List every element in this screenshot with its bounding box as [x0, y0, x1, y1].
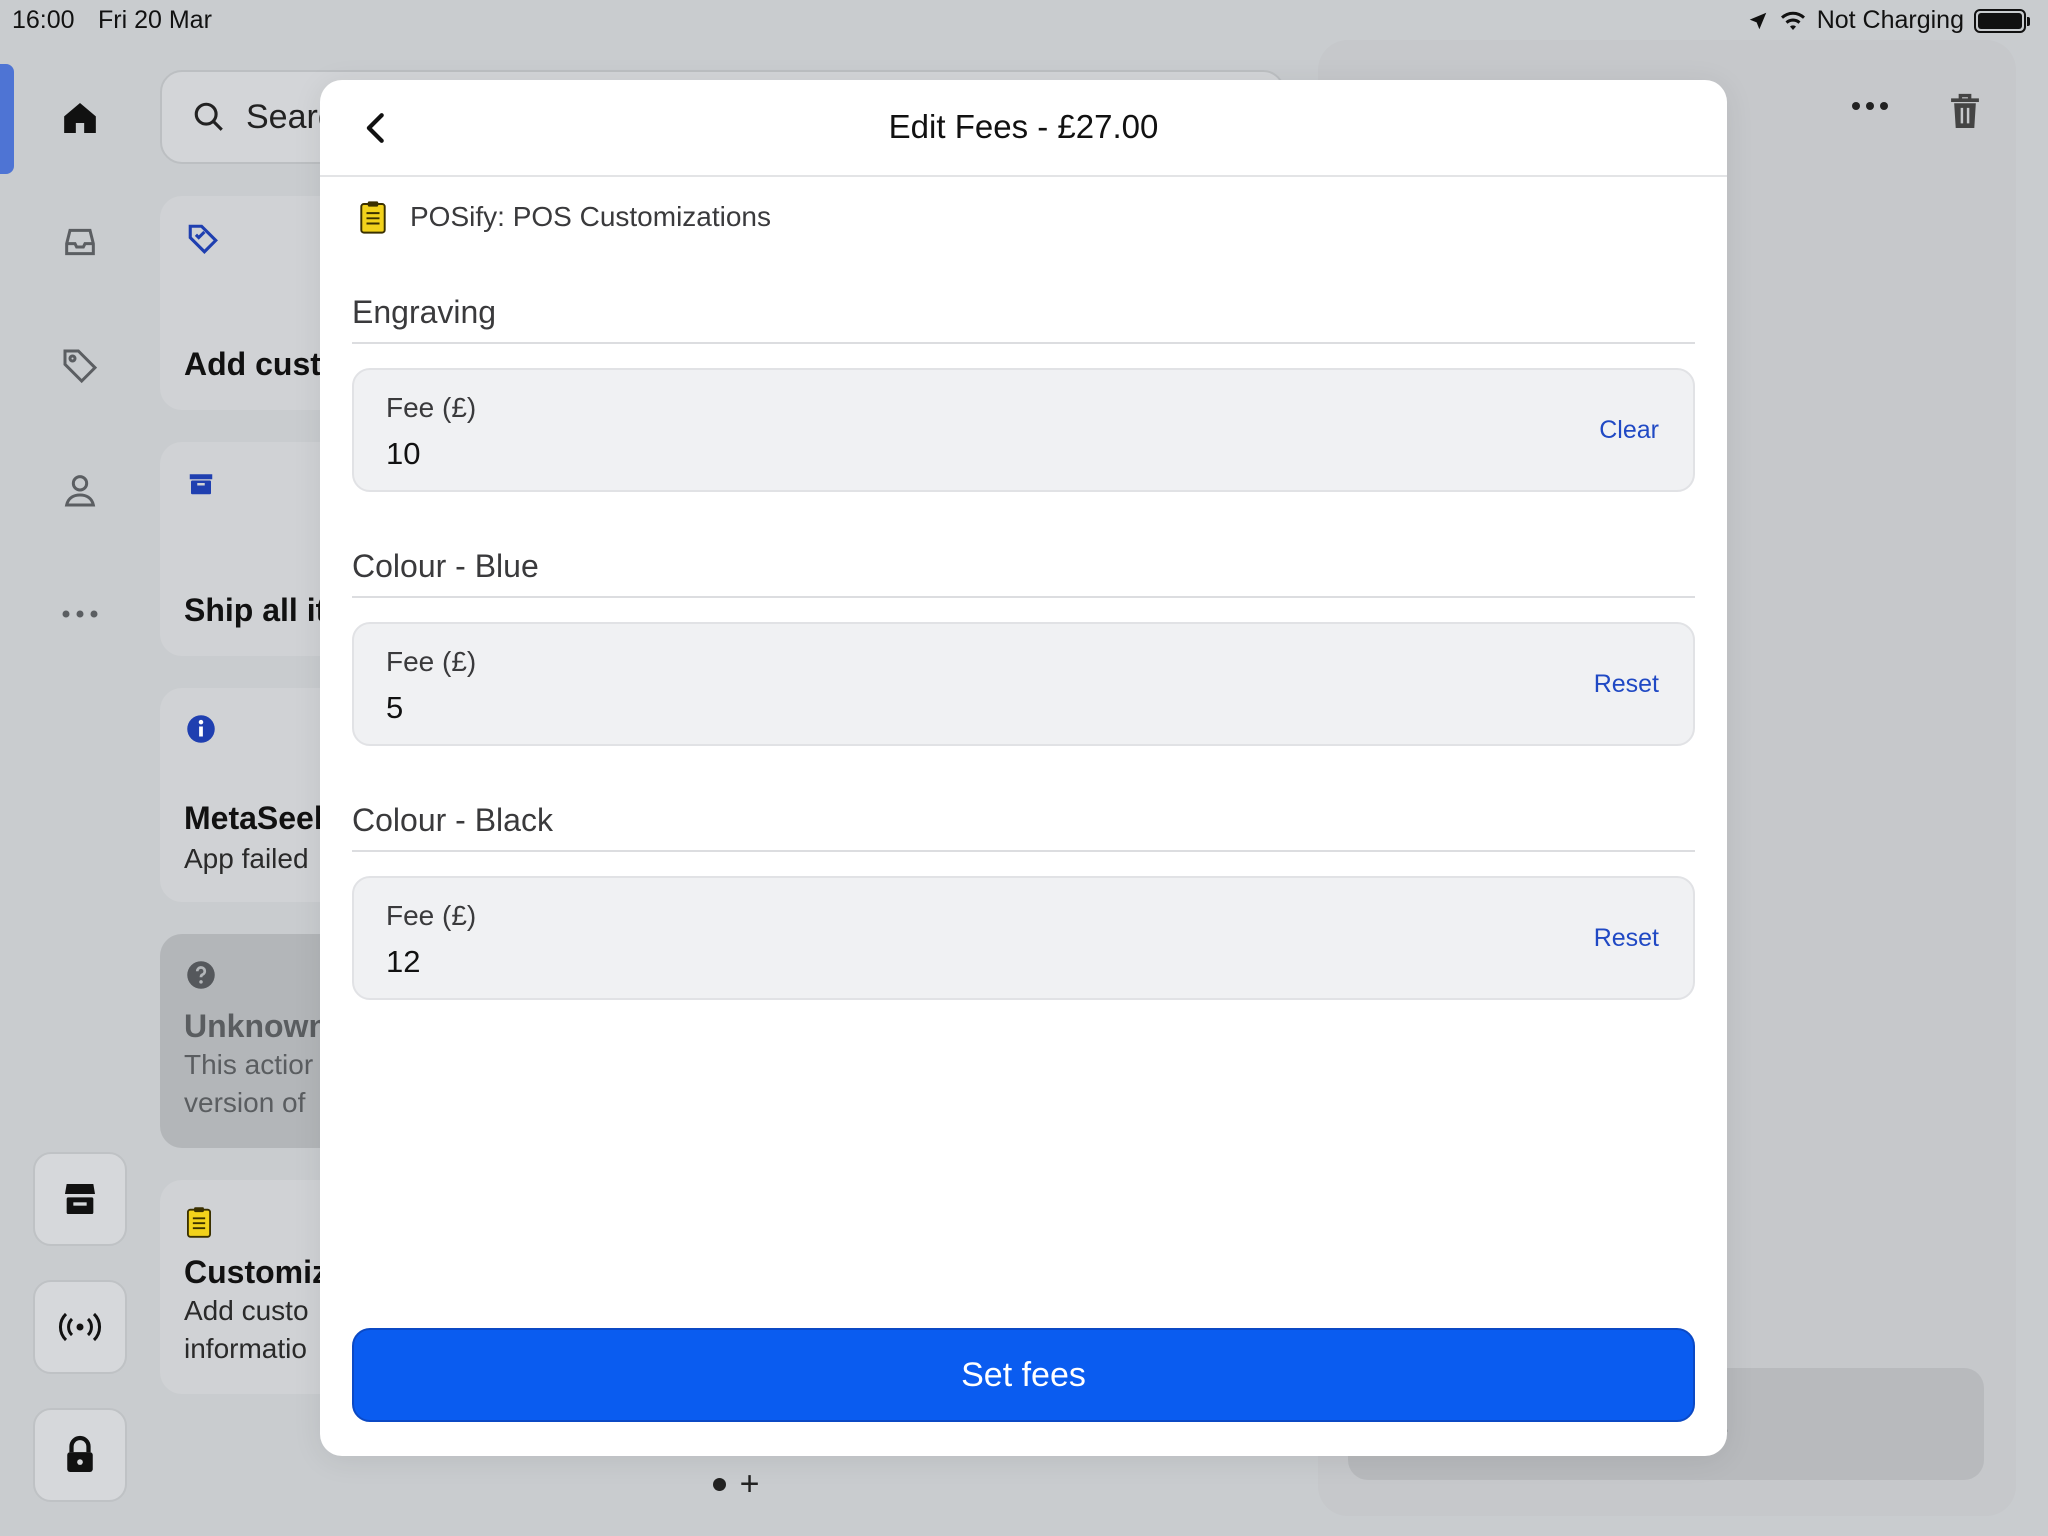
- fee-value[interactable]: 12: [386, 944, 420, 980]
- app-name: POSify: POS Customizations: [410, 201, 772, 232]
- wifi-icon: [1780, 11, 1805, 30]
- app-source: POSify: POS Customizations: [360, 200, 771, 234]
- status-date: Fri 20 Mar: [98, 6, 212, 34]
- add-page-icon[interactable]: +: [740, 1467, 760, 1501]
- card-subtitle: Add custo: [184, 1295, 309, 1326]
- status-time: 16:00: [12, 6, 75, 34]
- card-subtitle: This actior: [184, 1049, 314, 1080]
- search-icon: [194, 102, 223, 131]
- inbox-icon[interactable]: [56, 218, 104, 266]
- fee-input[interactable]: Fee (£) 10 Clear: [352, 368, 1695, 492]
- modal-title: Edit Fees - £27.00: [888, 108, 1159, 145]
- fee-input[interactable]: Fee (£) 5 Reset: [352, 622, 1695, 746]
- fee-value[interactable]: 10: [386, 436, 420, 472]
- person-icon[interactable]: [56, 466, 104, 514]
- location-icon: [1749, 12, 1766, 29]
- box-icon: [189, 474, 213, 495]
- section-title: Colour - Black: [352, 802, 1695, 852]
- clipboard-icon: [187, 1207, 211, 1238]
- edit-fees-modal: Edit Fees - £27.00 POSify: POS Customiza…: [320, 80, 1727, 1456]
- card-subtitle: informatio: [184, 1333, 307, 1364]
- modal-header: Edit Fees - £27.00: [320, 80, 1727, 177]
- fee-section-colour-black: Colour - Black Fee (£) 12 Reset: [352, 802, 1695, 1000]
- clear-button[interactable]: Clear: [1599, 416, 1659, 445]
- trash-icon[interactable]: [1948, 92, 1982, 130]
- card-title: Customiz: [184, 1254, 328, 1290]
- battery-icon: [1974, 8, 2030, 33]
- card-title: Unknown: [184, 1008, 328, 1044]
- tag-edit-icon: [188, 224, 218, 254]
- rail-active-indicator: [0, 64, 14, 174]
- help-icon: [187, 961, 215, 989]
- lock-button[interactable]: [33, 1408, 127, 1502]
- broadcast-icon: [59, 1312, 101, 1342]
- charging-status: Not Charging: [1816, 6, 1964, 34]
- reset-button[interactable]: Reset: [1594, 670, 1659, 699]
- store-icon: [65, 1184, 95, 1214]
- more-icon[interactable]: [1850, 100, 1890, 112]
- fee-label: Fee (£): [386, 646, 477, 677]
- section-title: Colour - Blue: [352, 548, 1695, 598]
- more-icon[interactable]: [56, 590, 104, 638]
- fee-value[interactable]: 5: [386, 690, 403, 726]
- home-icon[interactable]: [56, 94, 104, 142]
- page-indicator[interactable]: +: [700, 1460, 772, 1508]
- fee-section-colour-blue: Colour - Blue Fee (£) 5 Reset: [352, 548, 1695, 746]
- fee-label: Fee (£): [386, 900, 477, 931]
- info-icon: [187, 715, 215, 743]
- tag-icon[interactable]: [56, 342, 104, 390]
- card-title: Add custo: [184, 346, 341, 382]
- card-subtitle: version of: [184, 1087, 306, 1118]
- status-right: Not Charging: [1747, 6, 2030, 35]
- page-dot: [712, 1477, 726, 1491]
- clipboard-icon: [360, 201, 386, 234]
- fee-input[interactable]: Fee (£) 12 Reset: [352, 876, 1695, 1000]
- card-subtitle: App failed: [184, 843, 309, 874]
- reset-button[interactable]: Reset: [1594, 924, 1659, 953]
- fee-section-engraving: Engraving Fee (£) 10 Clear: [352, 294, 1695, 492]
- fee-label: Fee (£): [386, 392, 477, 423]
- card-title: MetaSeel: [184, 800, 323, 836]
- store-button[interactable]: [33, 1152, 127, 1246]
- status-bar: 16:00 Fri 20 Mar Not Charging: [0, 0, 2048, 40]
- broadcast-button[interactable]: [33, 1280, 127, 1374]
- set-fees-button[interactable]: Set fees: [352, 1328, 1695, 1422]
- lock-icon: [67, 1435, 93, 1472]
- section-title: Engraving: [352, 294, 1695, 344]
